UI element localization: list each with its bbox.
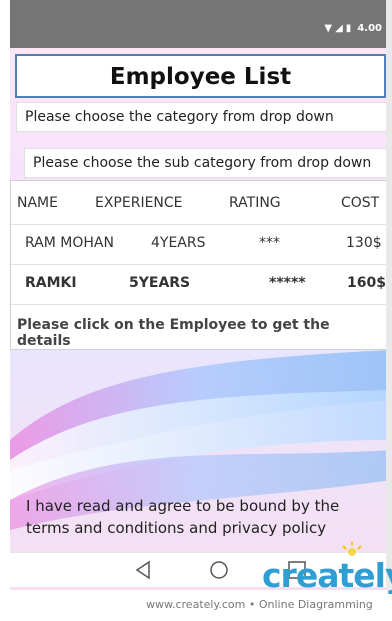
table-row[interactable]: RAM MOHAN 4YEARS *** 130$ [11,225,389,265]
column-header-name: NAME [17,195,58,211]
category-dropdown[interactable]: Please choose the category from drop dow… [16,102,388,132]
terms-text: I have read and agree to be bound by the… [26,497,340,537]
column-header-rating: RATING [229,195,281,211]
employee-cost: 160$ [347,275,386,291]
column-header-cost: COST [341,195,380,211]
table-header-row: NAME EXPERIENCE RATING COST [11,181,389,225]
category-dropdown-label: Please choose the category from drop dow… [25,109,334,125]
employee-name: RAM MOHAN [25,235,114,251]
employee-table: NAME EXPERIENCE RATING COST RAM MOHAN 4Y… [10,180,390,350]
title-box: Employee List [15,54,386,98]
sub-category-dropdown-label: Please choose the sub category from drop… [33,155,372,171]
column-header-experience: EXPERIENCE [95,195,183,211]
employee-cost: 130$ [346,235,382,251]
status-bar: ▼ ◢ ▮ 4.00 [10,0,392,48]
phone-screen: ▼ ◢ ▮ 4.00 Employee List Please choose t… [10,0,392,590]
watermark-text: www.creately.com • Online Diagramming [146,598,373,611]
status-icons: ▼ ◢ ▮ 4.00 [324,23,382,34]
employee-experience: 5YEARS [129,275,191,291]
employee-rating: *** [259,235,280,251]
home-icon[interactable] [208,559,230,581]
employee-rating: ***** [269,275,306,291]
sub-category-dropdown[interactable]: Please choose the sub category from drop… [24,148,388,178]
table-row[interactable]: RAMKI 5YEARS ***** 160$ [11,265,389,305]
employee-experience: 4YEARS [151,235,206,251]
signal-icon: ◢ [335,23,343,34]
status-time: 4.00 [357,23,382,34]
back-icon[interactable] [132,559,154,581]
creately-logo: creately [262,556,392,595]
employee-name: RAMKI [25,275,77,291]
table-footer: Please click on the Employee to get the … [17,317,330,349]
wifi-icon: ▼ [324,23,333,34]
battery-icon: ▮ [345,23,352,34]
page-title: Employee List [109,64,292,90]
